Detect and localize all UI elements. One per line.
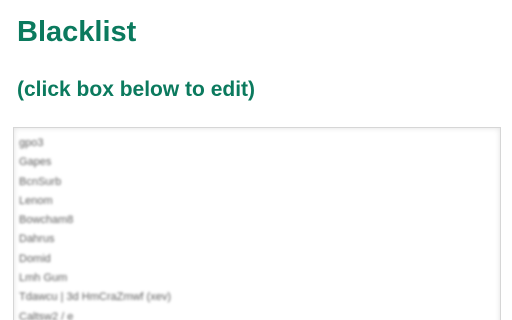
blacklist-entry: Domid — [19, 252, 51, 265]
blacklist-entry: Gapes — [19, 156, 52, 169]
blacklist-page: Blacklist (click box below to edit) gpo3… — [0, 0, 512, 320]
blacklist-textarea[interactable]: gpo3 Gapes BcnSurb Lenom Bowcham8 Dahrus… — [13, 127, 501, 320]
blacklist-entry: Lmh Gum — [19, 272, 68, 285]
blacklist-entry: Bowcham8 — [19, 214, 74, 227]
blacklist-entry: Lenom — [19, 194, 53, 207]
blacklist-entry: Caltsw2 / e — [19, 310, 74, 320]
blacklist-entry: BcnSurb — [19, 175, 62, 188]
edit-instruction: (click box below to edit) — [17, 78, 256, 101]
blacklist-entry: Dahrus — [19, 233, 55, 246]
page-title: Blacklist — [17, 16, 137, 48]
blacklist-lines: gpo3 Gapes BcnSurb Lenom Bowcham8 Dahrus… — [19, 134, 494, 320]
blacklist-entry: Tdawcu | 3d HmCraZmwf (xev) — [19, 291, 171, 304]
blacklist-entry: gpo3 — [19, 137, 44, 149]
